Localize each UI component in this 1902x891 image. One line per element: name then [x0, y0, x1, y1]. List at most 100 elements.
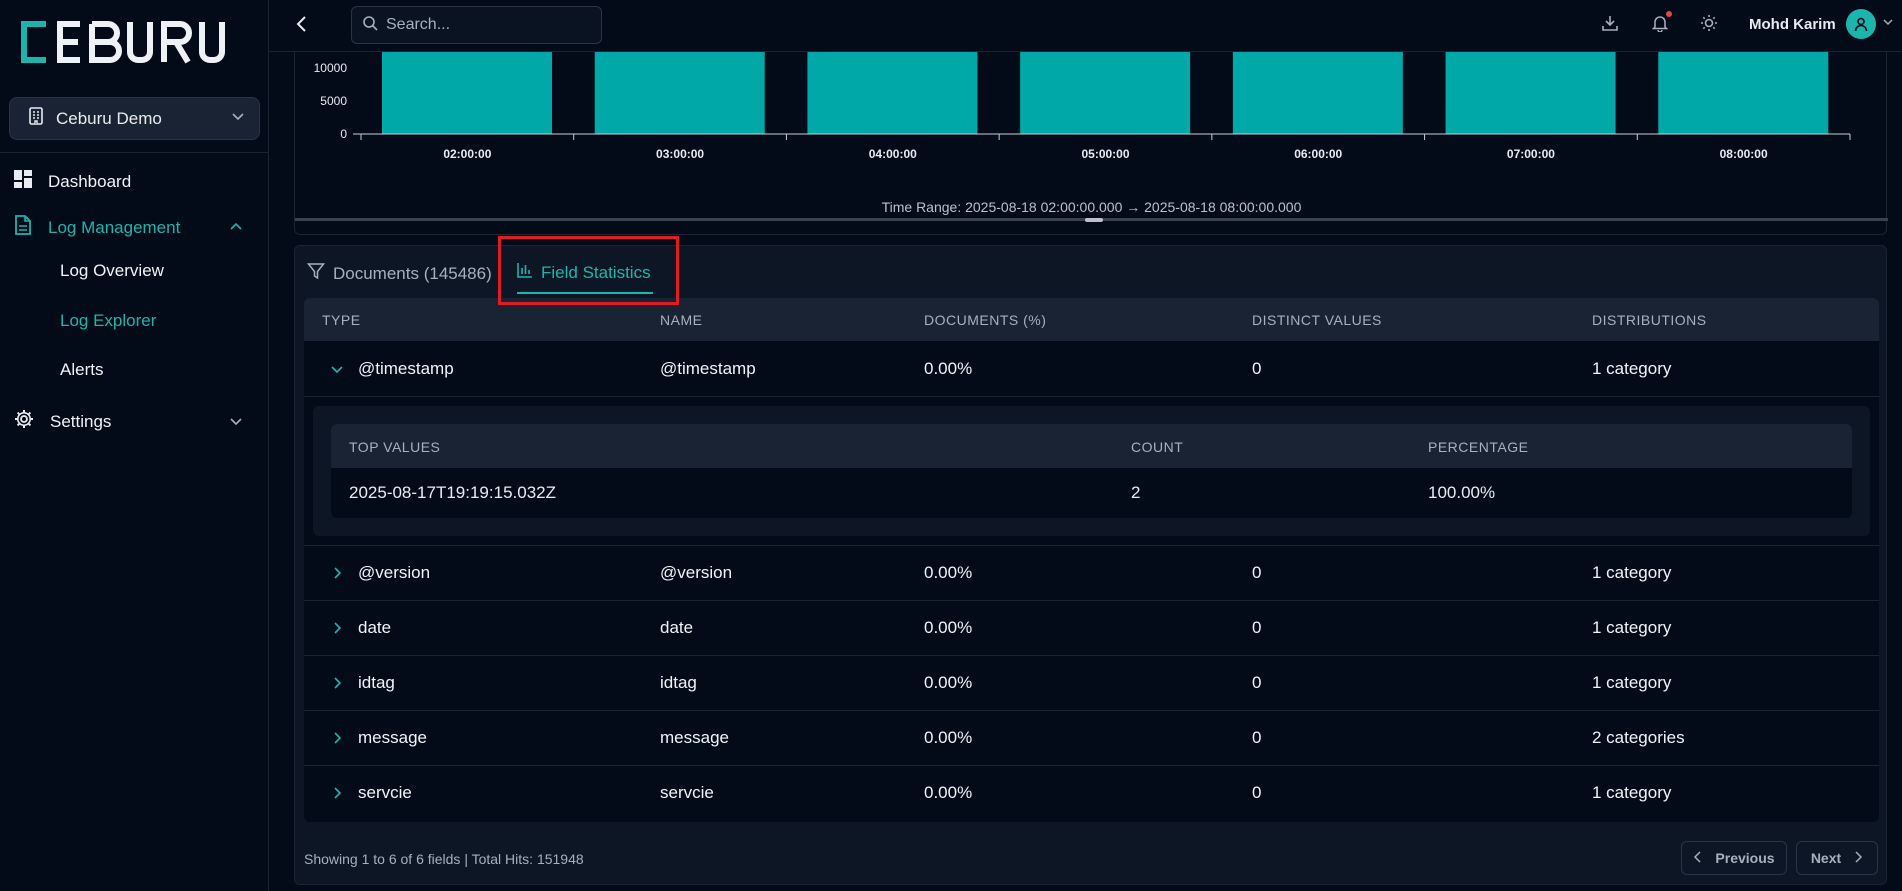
table-row[interactable]: servcie servcie 0.00% 0 1 category — [304, 766, 1879, 821]
chevron-left-icon — [1693, 850, 1703, 866]
bell-icon[interactable] — [1651, 11, 1672, 37]
table-row[interactable]: @timestamp @timestamp 0.00% 0 1 category — [304, 342, 1879, 397]
chevron-down-icon[interactable] — [229, 414, 243, 433]
cell-documents: 0.00% — [924, 618, 973, 637]
next-button[interactable]: Next — [1796, 841, 1878, 875]
cell-type: servcie — [358, 783, 412, 802]
cell-type: message — [358, 728, 427, 747]
resize-handle[interactable] — [1085, 218, 1103, 222]
download-icon[interactable] — [1601, 14, 1619, 37]
x-tick-label: 03:00:00 — [656, 147, 704, 161]
top-values-header: TOP VALUES COUNT PERCENTAGE — [331, 424, 1852, 468]
previous-button[interactable]: Previous — [1681, 841, 1787, 875]
cell-documents: 0.00% — [924, 673, 973, 692]
sidebar-subitem-log-overview[interactable]: Log Overview — [60, 261, 164, 281]
chevron-right-icon[interactable] — [330, 730, 344, 750]
sidebar-item-label: Log Management — [48, 217, 181, 237]
chevron-left-icon[interactable] — [295, 14, 309, 39]
search-input[interactable] — [386, 16, 586, 34]
cell-name: idtag — [660, 673, 697, 692]
histogram-bar — [1445, 52, 1616, 134]
chevron-up-icon[interactable] — [229, 220, 243, 239]
cell-distinct: 0 — [1252, 359, 1262, 378]
top-value-row: 2025-08-17T19:19:15.032Z 2 100.00% — [331, 468, 1852, 518]
histogram-bar — [1232, 52, 1403, 134]
cell-documents: 0.00% — [924, 563, 973, 582]
org-name: Ceburu Demo — [56, 108, 162, 128]
chevron-down-icon — [1882, 15, 1894, 33]
col-header-documents[interactable]: DOCUMENTS (%) — [924, 312, 1046, 328]
col-header-distributions[interactable]: DISTRIBUTIONS — [1592, 312, 1707, 328]
sidebar: Ceburu Demo Dashboard Log Management Log… — [0, 0, 269, 891]
top-values-table: TOP VALUES COUNT PERCENTAGE 2025-08-17T1… — [331, 424, 1852, 518]
app-root: Ceburu Demo Dashboard Log Management Log… — [0, 0, 1902, 891]
cell-type: idtag — [358, 673, 395, 692]
y-tick-label: 0 — [340, 127, 347, 141]
brand-logo[interactable] — [16, 20, 236, 69]
table-row[interactable]: date date 0.00% 0 1 category — [304, 601, 1879, 656]
logo-wordmark — [21, 21, 225, 64]
x-tick-label: 02:00:00 — [443, 147, 491, 161]
chevron-down-icon[interactable] — [330, 361, 344, 381]
x-tick-label: 06:00:00 — [1294, 147, 1342, 161]
histogram-bar — [807, 52, 978, 134]
tab-documents[interactable]: Documents (145486) — [306, 262, 492, 285]
chevron-right-icon[interactable] — [330, 565, 344, 585]
histogram-bar — [1658, 52, 1829, 134]
notification-dot — [1666, 11, 1672, 17]
cell-distinct: 0 — [1252, 618, 1262, 637]
user-menu[interactable]: Mohd Karim — [1749, 9, 1894, 39]
table-row[interactable]: idtag idtag 0.00% 0 1 category — [304, 656, 1879, 711]
col-header-type[interactable]: TYPE — [322, 312, 361, 328]
chevron-right-icon[interactable] — [330, 675, 344, 695]
sidebar-subitem-alerts[interactable]: Alerts — [60, 360, 103, 380]
tab-label: Documents (145486) — [333, 263, 492, 283]
cell-distribution: 1 category — [1592, 359, 1672, 378]
cell-type: @timestamp — [358, 359, 454, 378]
document-icon — [14, 215, 32, 240]
col-header-name[interactable]: NAME — [660, 312, 702, 328]
cell-distribution: 1 category — [1592, 618, 1672, 637]
y-tick-label: 5000 — [320, 94, 347, 108]
histogram-bar — [594, 52, 765, 134]
cell-distribution: 2 categories — [1592, 728, 1685, 747]
org-selector[interactable]: Ceburu Demo — [9, 97, 260, 140]
field-stats-table: TYPE NAME DOCUMENTS (%) DISTINCT VALUES … — [304, 298, 1879, 822]
col-header-percentage: PERCENTAGE — [1428, 439, 1529, 455]
user-name: Mohd Karim — [1749, 15, 1836, 33]
gear-icon — [14, 409, 34, 434]
cell-distribution: 1 category — [1592, 563, 1672, 582]
search-box[interactable] — [351, 6, 602, 44]
cell-distinct: 0 — [1252, 728, 1262, 747]
col-header-distinct[interactable]: DISTINCT VALUES — [1252, 312, 1382, 328]
sidebar-item-dashboard[interactable]: Dashboard — [14, 170, 131, 193]
time-range-label: Time Range: 2025-08-18 02:00:00.000 → 20… — [881, 199, 1302, 215]
cell-name: @timestamp — [660, 359, 756, 378]
cell-type: date — [358, 618, 392, 637]
top-values-container: TOP VALUES COUNT PERCENTAGE 2025-08-17T1… — [313, 406, 1870, 536]
sidebar-item-log-management[interactable]: Log Management — [14, 215, 180, 240]
x-tick-label: 05:00:00 — [1081, 147, 1129, 161]
cell-documents: 0.00% — [924, 728, 973, 747]
y-tick-label: 10000 — [314, 61, 348, 75]
previous-label: Previous — [1715, 850, 1775, 866]
table-row[interactable]: message message 0.00% 0 2 categories — [304, 711, 1879, 766]
top-value: 2025-08-17T19:19:15.032Z — [349, 483, 556, 502]
histogram-bar — [382, 52, 552, 134]
cell-distinct: 0 — [1252, 783, 1262, 802]
table-row[interactable]: @version @version 0.00% 0 1 category — [304, 546, 1879, 601]
sidebar-item-settings[interactable]: Settings — [14, 409, 111, 434]
cell-distribution: 1 category — [1592, 673, 1672, 692]
histogram-chart[interactable]: 10000 5000 0 02:00:00 03:00:00 04:00:00 05:00:… — [295, 52, 1888, 212]
user-icon — [1854, 17, 1867, 32]
chevron-right-icon[interactable] — [330, 785, 344, 805]
col-header-count: COUNT — [1131, 439, 1184, 455]
sidebar-subitem-log-explorer[interactable]: Log Explorer — [60, 311, 156, 331]
cell-distinct: 0 — [1252, 673, 1262, 692]
top-bar: Mohd Karim — [269, 0, 1902, 52]
histogram-bar — [1020, 52, 1191, 134]
chevron-right-icon[interactable] — [330, 620, 344, 640]
pagination-summary: Showing 1 to 6 of 6 fields | Total Hits:… — [304, 851, 584, 867]
histogram-panel: 10000 5000 0 02:00:00 03:00:00 04:00:00 05:00:… — [294, 52, 1888, 235]
sun-icon[interactable] — [1700, 14, 1718, 37]
